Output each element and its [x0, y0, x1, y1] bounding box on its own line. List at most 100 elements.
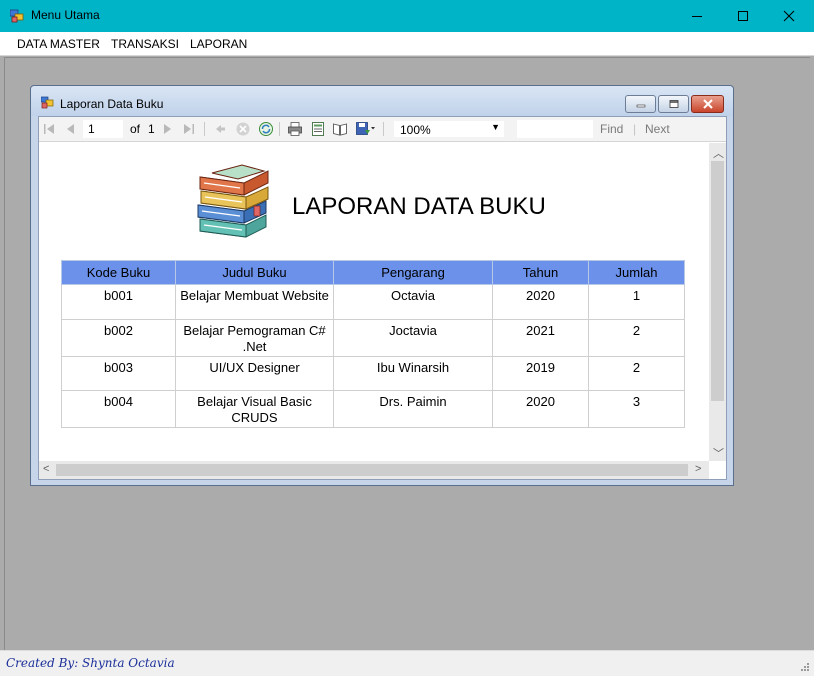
- table-row: b001 Belajar Membuat Website Octavia 202…: [61, 284, 685, 320]
- horizontal-scrollbar[interactable]: < >: [39, 461, 709, 479]
- report-window-title: Laporan Data Buku: [60, 97, 164, 111]
- child-restore-button[interactable]: [658, 95, 689, 113]
- current-page-input[interactable]: 1: [83, 120, 123, 138]
- close-button[interactable]: [766, 0, 812, 32]
- close-icon: [783, 10, 795, 22]
- report-title: LAPORAN DATA BUKU: [292, 193, 546, 220]
- menu-data-master[interactable]: DATA MASTER: [17, 37, 100, 51]
- vertical-scroll-thumb[interactable]: [711, 161, 724, 401]
- cell-pengarang: Drs. Paimin: [333, 390, 493, 428]
- cell-jumlah: 1: [588, 284, 685, 320]
- column-header-jumlah: Jumlah: [588, 260, 685, 285]
- horizontal-scroll-thumb[interactable]: [56, 464, 688, 476]
- cell-tahun: 2021: [492, 319, 589, 357]
- cell-judul-line: UI/UX Designer: [209, 360, 300, 375]
- maximize-icon: [738, 11, 748, 21]
- report-page: LAPORAN DATA BUKU Kode Buku Judul Buku P…: [39, 143, 709, 461]
- zoom-select[interactable]: 100% ▼: [393, 120, 505, 138]
- cell-jumlah: 2: [588, 356, 685, 391]
- cell-tahun: 2020: [492, 390, 589, 428]
- table-header-row: Kode Buku Judul Buku Pengarang Tahun Jum…: [61, 260, 685, 285]
- scroll-left-icon[interactable]: <: [43, 463, 49, 475]
- previous-page-button[interactable]: [64, 121, 78, 137]
- scroll-right-icon[interactable]: >: [695, 463, 701, 475]
- total-pages: 1: [148, 122, 155, 136]
- scroll-down-icon[interactable]: ﹀: [713, 445, 724, 461]
- next-button[interactable]: Next: [645, 122, 670, 136]
- form-icon: [41, 96, 54, 109]
- menu-transaksi[interactable]: TRANSAKSI: [111, 37, 179, 51]
- find-separator: |: [633, 122, 637, 136]
- report-window: Laporan Data Buku 1 of 1 100% ▼ Find | N…: [30, 85, 734, 486]
- printer-icon: [288, 122, 302, 136]
- column-header-pengarang: Pengarang: [333, 260, 493, 285]
- menu-laporan[interactable]: LAPORAN: [190, 37, 247, 51]
- table-row: b002 Belajar Pemograman C# .Net Joctavia …: [61, 319, 685, 357]
- print-layout-button[interactable]: [310, 121, 326, 137]
- book-table: Kode Buku Judul Buku Pengarang Tahun Jum…: [61, 260, 685, 428]
- dropdown-arrow-icon: ▼: [491, 122, 500, 132]
- last-page-button[interactable]: [182, 121, 196, 137]
- back-button[interactable]: [213, 121, 227, 137]
- status-bar: Created By: Shynta Octavia: [0, 650, 814, 676]
- report-window-title-bar[interactable]: Laporan Data Buku: [31, 86, 733, 116]
- find-button[interactable]: Find: [600, 122, 623, 136]
- menu-bar: DATA MASTER TRANSAKSI LAPORAN: [0, 32, 814, 56]
- scroll-up-icon[interactable]: ︿: [713, 145, 724, 161]
- cell-judul-buku: Belajar Pemograman C# .Net: [175, 319, 334, 357]
- cell-judul-line: Belajar Pemograman C#: [183, 323, 326, 338]
- minimize-button[interactable]: [674, 0, 720, 32]
- page-setup-button[interactable]: [332, 121, 348, 137]
- toolbar-separator: [383, 122, 384, 136]
- next-page-button[interactable]: [160, 121, 174, 137]
- cell-judul-buku: UI/UX Designer: [175, 356, 334, 391]
- cell-kode-buku: b001: [61, 284, 176, 320]
- cell-judul-buku: Belajar Visual Basic CRUDS: [175, 390, 334, 428]
- restore-icon: [669, 100, 678, 108]
- resize-grip-icon[interactable]: [800, 662, 810, 672]
- cell-judul-line: .Net: [242, 339, 267, 354]
- minimize-icon: [636, 104, 645, 108]
- cell-kode-buku: b004: [61, 390, 176, 428]
- first-page-icon: [44, 124, 54, 134]
- cell-kode-buku: b003: [61, 356, 176, 391]
- column-header-tahun: Tahun: [492, 260, 589, 285]
- report-toolbar: 1 of 1 100% ▼ Find | Next: [39, 117, 726, 142]
- of-label: of: [130, 122, 141, 136]
- created-by-label: Created By: Shynta Octavia: [6, 656, 175, 670]
- report-viewer: 1 of 1 100% ▼ Find | Next LAPORAN DATA B…: [38, 116, 727, 480]
- last-page-icon: [184, 124, 194, 134]
- cell-jumlah: 3: [588, 390, 685, 428]
- vertical-scrollbar[interactable]: ︿ ﹀: [709, 143, 726, 461]
- cell-jumlah: 2: [588, 319, 685, 357]
- first-page-button[interactable]: [42, 121, 56, 137]
- find-input[interactable]: [517, 120, 593, 138]
- zoom-value: 100%: [400, 123, 431, 137]
- export-button[interactable]: [355, 121, 377, 137]
- save-export-icon: [356, 122, 375, 135]
- cell-kode-buku: b002: [61, 319, 176, 357]
- page-setup-icon: [333, 123, 347, 136]
- column-header-kode-buku: Kode Buku: [61, 260, 176, 285]
- cell-tahun: 2019: [492, 356, 589, 391]
- toolbar-separator: [204, 122, 205, 136]
- cell-judul-line: Belajar Visual Basic: [197, 394, 312, 409]
- books-icon: [197, 164, 269, 238]
- child-close-button[interactable]: [691, 95, 724, 113]
- main-title-bar[interactable]: Menu Utama: [0, 0, 814, 32]
- column-header-judul-buku: Judul Buku: [175, 260, 334, 285]
- refresh-icon: [259, 122, 273, 136]
- table-row: b004 Belajar Visual Basic CRUDS Drs. Paim…: [61, 390, 685, 428]
- stop-button[interactable]: [235, 121, 251, 137]
- maximize-button[interactable]: [720, 0, 766, 32]
- child-minimize-button[interactable]: [625, 95, 656, 113]
- cell-pengarang: Joctavia: [333, 319, 493, 357]
- cell-tahun: 2020: [492, 284, 589, 320]
- cell-judul-line: Belajar Membuat Website: [180, 288, 329, 303]
- refresh-button[interactable]: [258, 121, 274, 137]
- previous-page-icon: [67, 124, 74, 134]
- toolbar-separator: [279, 122, 280, 136]
- print-button[interactable]: [287, 121, 303, 137]
- window-title: Menu Utama: [31, 8, 100, 22]
- back-arrow-icon: [216, 125, 225, 133]
